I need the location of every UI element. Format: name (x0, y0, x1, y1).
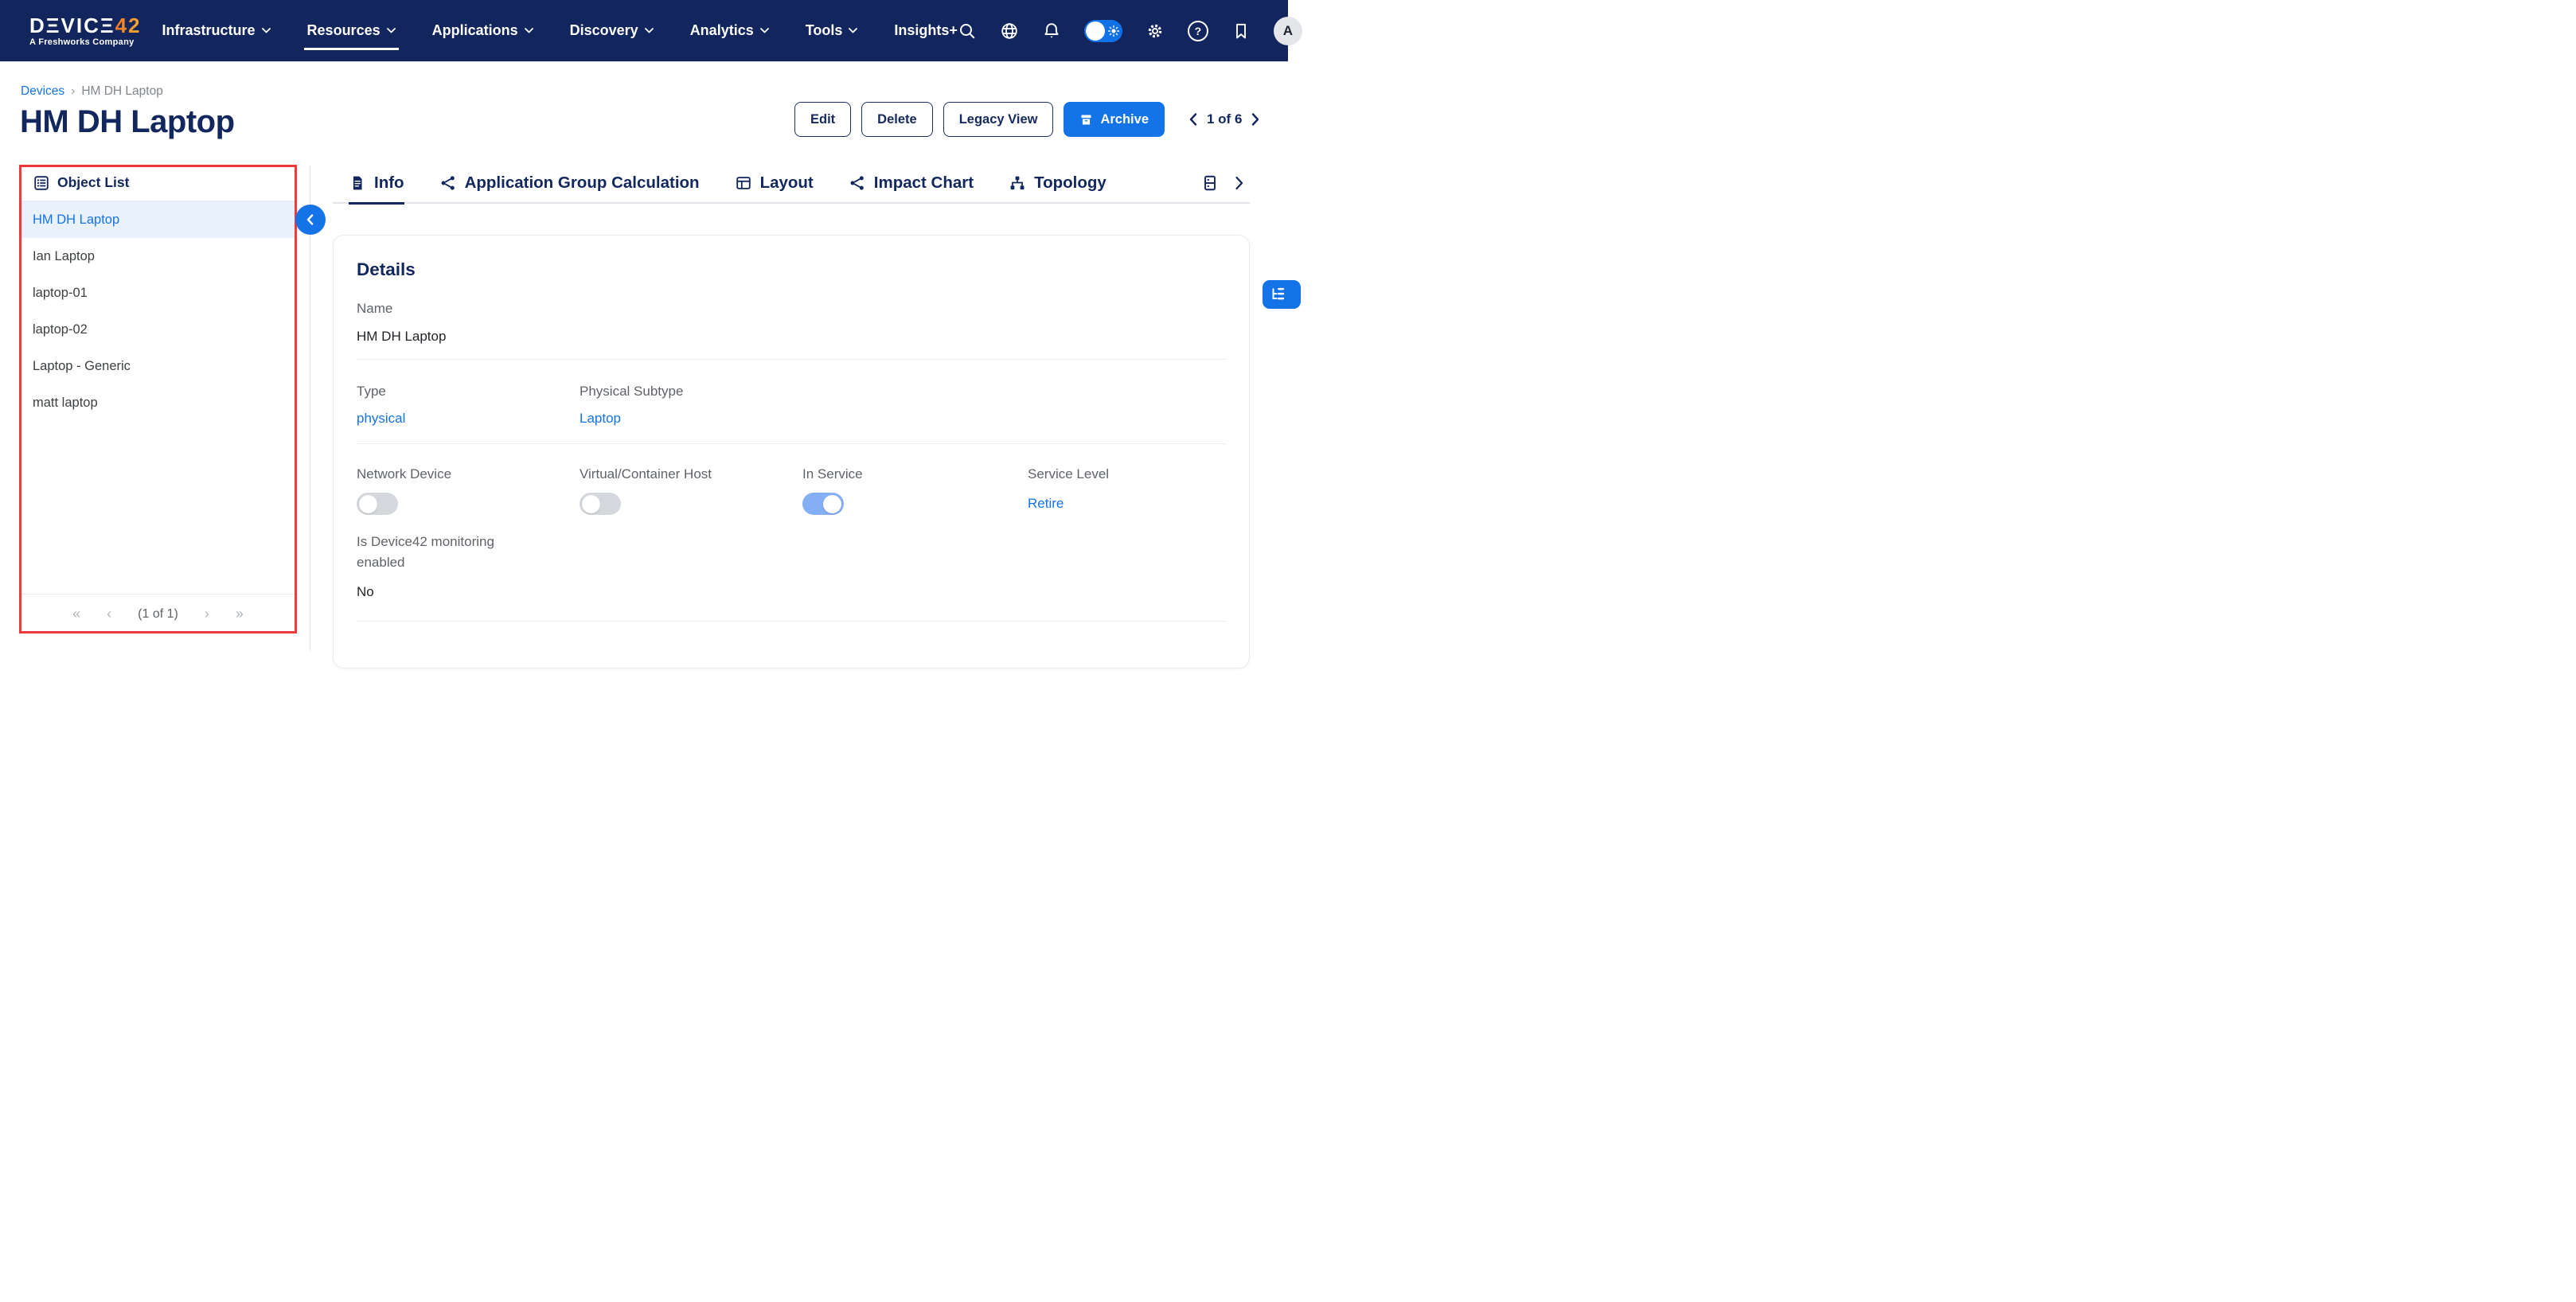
nav-item-infrastructure[interactable]: Infrastructure (162, 0, 271, 62)
tab-topology[interactable]: Topology (1009, 163, 1107, 203)
delete-button[interactable]: Delete (861, 102, 933, 137)
details-card: Details Name HM DH Laptop Type physical … (333, 235, 1250, 669)
tree-view-button[interactable] (1263, 280, 1301, 309)
pager-prev-icon[interactable] (1188, 112, 1199, 127)
object-list-icon (33, 174, 50, 192)
details-heading: Details (357, 259, 416, 280)
object-list-item[interactable]: matt laptop (19, 384, 297, 421)
record-pager: 1 of 6 (1188, 111, 1261, 127)
tab-application-group-calculation[interactable]: Application Group Calculation (439, 163, 700, 203)
object-list-item[interactable]: Ian Laptop (19, 238, 297, 275)
logo-subtitle: A Freshworks Company (29, 38, 142, 47)
share-network-icon (439, 174, 457, 192)
breadcrumb-separator: › (71, 84, 75, 99)
object-list-item[interactable]: laptop-01 (19, 275, 297, 311)
main-menu: Infrastructure Resources Applications Di… (162, 0, 958, 62)
nav-item-insights[interactable]: Insights+ (894, 0, 958, 62)
top-navbar: DΞVICΞ42 A Freshworks Company Infrastruc… (0, 0, 1288, 62)
page-title: HM DH Laptop (20, 104, 235, 140)
object-list-item[interactable]: HM DH Laptop (19, 201, 297, 238)
breadcrumb: Devices › HM DH Laptop (21, 84, 163, 99)
document-icon (349, 174, 366, 192)
breadcrumb-current: HM DH Laptop (81, 84, 163, 99)
nav-item-discovery[interactable]: Discovery (570, 0, 654, 62)
archive-box-icon (1079, 113, 1093, 127)
field-network-device: Network Device (357, 466, 451, 515)
type-link[interactable]: physical (357, 411, 405, 427)
object-list-item[interactable]: laptop-02 (19, 311, 297, 348)
search-icon[interactable] (958, 21, 977, 41)
section-divider (357, 359, 1226, 360)
layout-icon (735, 174, 752, 192)
virtual-container-host-toggle[interactable] (580, 493, 621, 515)
chevron-down-icon (760, 28, 769, 33)
pager-label: 1 of 6 (1207, 111, 1242, 127)
nav-item-applications[interactable]: Applications (432, 0, 533, 62)
tabs-scroll-right-icon[interactable] (1233, 175, 1245, 191)
field-monitoring: Is Device42 monitoring enabled No (357, 532, 516, 600)
service-level-link[interactable]: Retire (1028, 496, 1109, 512)
physical-subtype-link[interactable]: Laptop (580, 411, 683, 427)
chevron-left-icon (302, 212, 318, 228)
section-divider (357, 443, 1226, 444)
nav-item-resources[interactable]: Resources (307, 0, 396, 62)
tab-impact-chart[interactable]: Impact Chart (849, 163, 974, 203)
logo-wordmark: DΞVICΞ42 (29, 15, 142, 36)
nav-item-tools[interactable]: Tools (806, 0, 858, 62)
bookmark-icon[interactable] (1231, 21, 1251, 41)
object-list-pagination: « ‹ (1 of 1) › » (19, 594, 297, 633)
user-avatar[interactable]: A (1274, 17, 1302, 45)
pagination-first-icon[interactable]: « (72, 606, 80, 622)
pagination-next-icon[interactable]: › (205, 606, 209, 622)
object-list-item[interactable]: Laptop - Generic (19, 348, 297, 384)
chevron-down-icon (645, 28, 654, 33)
chevron-down-icon (387, 28, 396, 33)
notifications-bell-icon[interactable] (1042, 21, 1061, 41)
network-device-toggle[interactable] (357, 493, 398, 515)
header-actions: Edit Delete Legacy View Archive 1 of 6 (794, 102, 1261, 137)
chevron-down-icon (525, 28, 533, 33)
pager-next-icon[interactable] (1250, 112, 1261, 127)
nav-item-analytics[interactable]: Analytics (690, 0, 769, 62)
theme-toggle[interactable] (1084, 20, 1122, 42)
monitoring-value: No (357, 584, 516, 600)
archive-button[interactable]: Archive (1064, 102, 1165, 137)
tree-list-icon (1269, 286, 1286, 303)
edit-button[interactable]: Edit (794, 102, 851, 137)
field-physical-subtype: Physical Subtype Laptop (580, 384, 683, 427)
tab-info[interactable]: Info (349, 163, 404, 203)
field-in-service: In Service (802, 466, 863, 515)
tab-overflow-group (1201, 174, 1245, 192)
sitemap-icon (1009, 174, 1026, 192)
sun-icon (1108, 25, 1119, 37)
share-network-icon (849, 174, 866, 192)
theme-toggle-knob (1086, 21, 1105, 41)
pagination-last-icon[interactable]: » (236, 606, 244, 622)
legacy-view-button[interactable]: Legacy View (943, 102, 1054, 137)
tab-layout[interactable]: Layout (735, 163, 814, 203)
server-rack-icon[interactable] (1201, 174, 1219, 192)
detail-tabs: Info Application Group Calculation Layou… (333, 164, 1250, 204)
name-value: HM DH Laptop (357, 329, 446, 345)
object-list-panel: Object List HM DH Laptop Ian Laptop lapt… (19, 165, 297, 633)
object-list-title: Object List (57, 174, 129, 191)
in-service-toggle[interactable] (802, 493, 844, 515)
chevron-down-icon (849, 28, 857, 33)
object-list-header: Object List (19, 165, 297, 201)
settings-gear-icon[interactable] (1146, 21, 1165, 41)
field-name: Name HM DH Laptop (357, 301, 446, 345)
collapse-panel-button[interactable] (295, 205, 326, 235)
chevron-down-icon (262, 28, 271, 33)
field-type: Type physical (357, 384, 405, 427)
field-virtual-container-host: Virtual/Container Host (580, 466, 712, 515)
section-divider (357, 621, 1226, 622)
breadcrumb-devices-link[interactable]: Devices (21, 84, 64, 99)
pagination-prev-icon[interactable]: ‹ (107, 606, 111, 622)
navbar-icon-group: ? A (958, 17, 1302, 45)
globe-icon[interactable] (1000, 21, 1019, 41)
device42-logo[interactable]: DΞVICΞ42 A Freshworks Company (29, 15, 142, 47)
field-service-level: Service Level Retire (1028, 466, 1109, 512)
pagination-label: (1 of 1) (138, 607, 178, 622)
help-icon[interactable]: ? (1188, 21, 1208, 41)
